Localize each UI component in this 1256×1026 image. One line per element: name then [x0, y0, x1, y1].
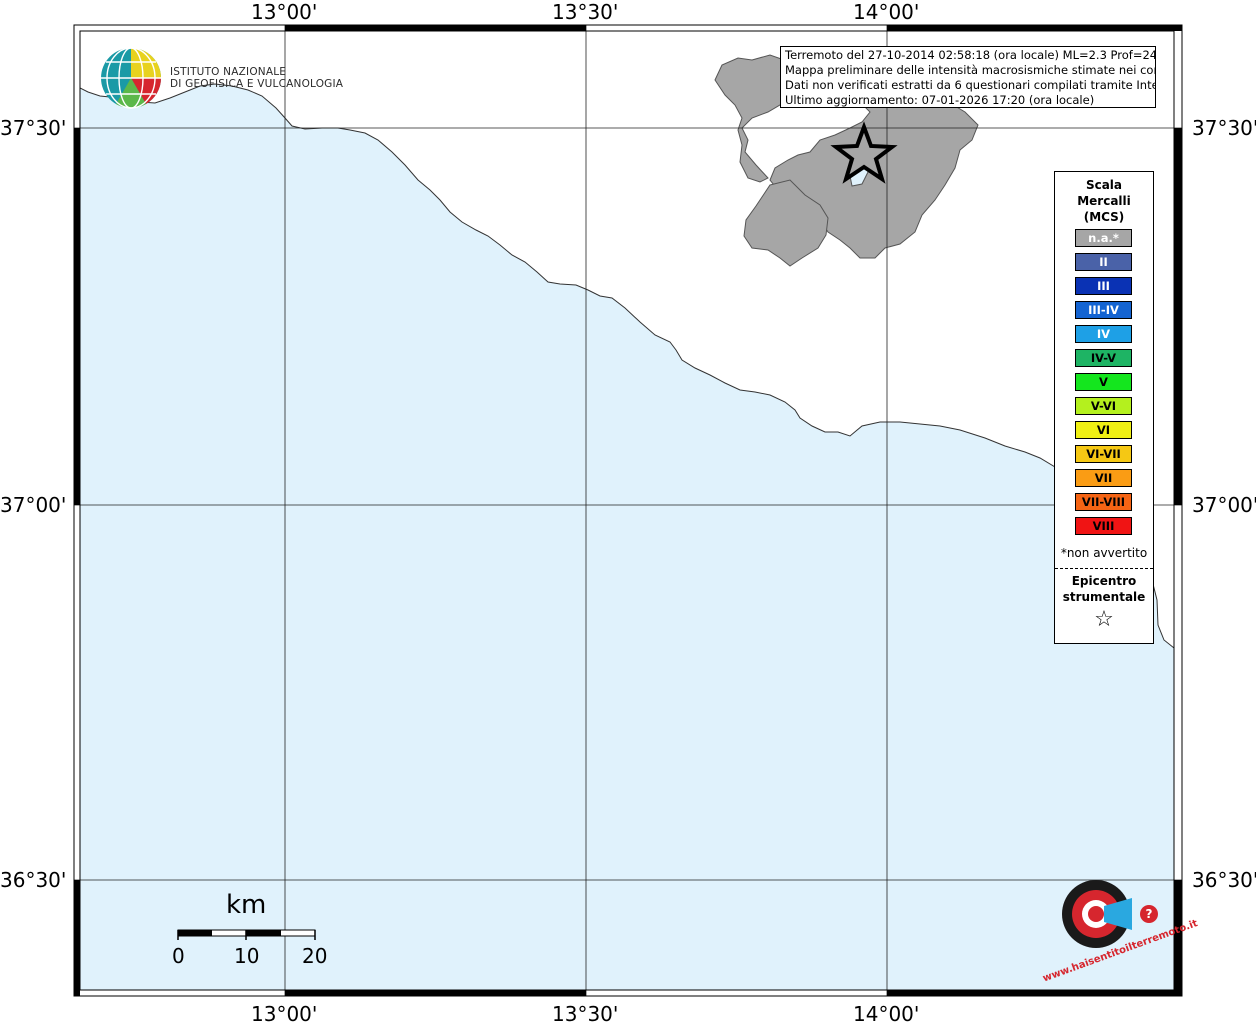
legend-title-1: Scala	[1085, 178, 1123, 192]
legend-item: IV	[1075, 325, 1132, 343]
info-line-1: Terremoto del 27-10-2014 02:58:18 (ora l…	[785, 48, 1156, 62]
scale-label-20: 20	[302, 944, 328, 968]
ingv-globe-icon	[101, 47, 161, 109]
lat-tick-left-3630: 36°30'	[0, 868, 67, 892]
lon-tick-bottom-1400: 14°00'	[853, 1002, 920, 1026]
legend-item: II	[1075, 253, 1132, 271]
mcs-legend: Scala Mercalli (MCS) n.a.* II III III-IV IV I…	[1054, 171, 1154, 644]
legend-note: *non avvertito	[1060, 546, 1148, 560]
scale-label-0: 0	[172, 944, 185, 968]
legend-item: VIII	[1075, 517, 1132, 535]
legend-title-3: (MCS)	[1083, 210, 1125, 224]
lon-tick-bottom-1330: 13°30'	[552, 1002, 619, 1026]
lat-tick-left-3730: 37°30'	[0, 116, 67, 140]
legend-item: III-IV	[1075, 301, 1132, 319]
legend-title: Scala Mercalli (MCS)	[1055, 177, 1153, 225]
lon-tick-top-1400: 14°00'	[853, 0, 920, 24]
legend-item: VII	[1075, 469, 1132, 487]
legend-item: VII-VIII	[1075, 493, 1132, 511]
legend-item: VI	[1075, 421, 1132, 439]
legend-item: III	[1075, 277, 1132, 295]
legend-epicenter-2: strumentale	[1062, 590, 1146, 604]
lat-tick-right-3700: 37°00'	[1192, 493, 1256, 517]
ingv-line-1: ISTITUTO NAZIONALE	[170, 66, 287, 78]
legend-item: V	[1075, 373, 1132, 391]
lon-tick-bottom-1300: 13°00'	[251, 1002, 318, 1026]
hsit-question-icon: ?	[1140, 905, 1158, 923]
info-line-3: Dati non verificati estratti da 6 questi…	[785, 78, 1156, 92]
lon-tick-top-1330: 13°30'	[552, 0, 619, 24]
legend-item: n.a.*	[1075, 229, 1132, 247]
legend-separator	[1055, 568, 1153, 569]
info-line-4: Ultimo aggiornamento: 07-01-2026 17:20 (…	[785, 93, 1095, 107]
legend-item: IV-V	[1075, 349, 1132, 367]
info-line-2: Mappa preliminare delle intensità macros…	[785, 63, 1156, 77]
legend-star-icon: ☆	[1094, 607, 1114, 632]
lat-tick-right-3730: 37°30'	[1192, 116, 1256, 140]
scale-label-10: 10	[234, 944, 260, 968]
legend-epicenter-1: Epicentro	[1071, 574, 1137, 588]
legend-item: V-VI	[1075, 397, 1132, 415]
scale-unit: km	[226, 890, 267, 920]
legend-title-2: Mercalli	[1077, 194, 1131, 208]
event-info-box: Terremoto del 27-10-2014 02:58:18 (ora l…	[780, 46, 1156, 108]
ingv-logo-text: ISTITUTO NAZIONALE DI GEOFISICA E VULCAN…	[170, 66, 343, 90]
ingv-line-2: DI GEOFISICA E VULCANOLOGIA	[170, 78, 344, 90]
lon-tick-top-1300: 13°00'	[251, 0, 318, 24]
lat-tick-left-3700: 37°00'	[0, 493, 67, 517]
legend-epicenter-label: Epicentro strumentale	[1055, 573, 1153, 605]
legend-item: VI-VII	[1075, 445, 1132, 463]
lat-tick-right-3630: 36°30'	[1192, 868, 1256, 892]
